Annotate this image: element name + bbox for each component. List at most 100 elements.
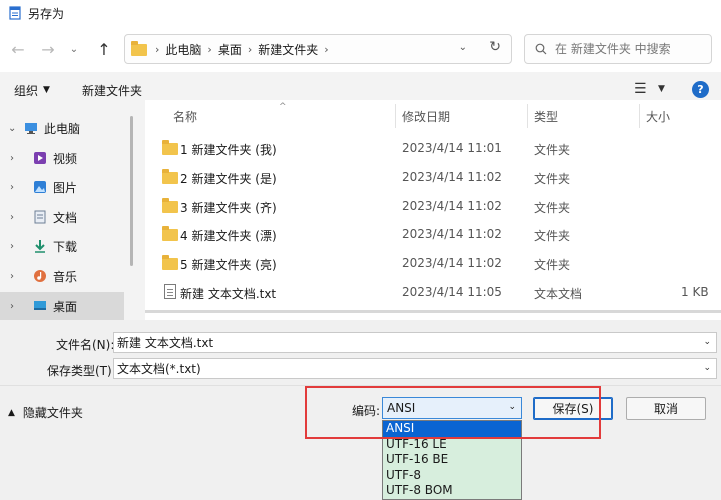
chevron-right-icon[interactable]: › [10,301,14,312]
filetype-select[interactable]: 文本文档(*.txt) ⌄ [113,358,717,379]
hide-folders-label: 隐藏文件夹 [22,406,83,420]
folder-icon [162,140,178,155]
file-name: 2 新建文件夹 (是) [180,172,277,186]
forward-arrow-icon: → [41,39,55,59]
filetype-value: 文本文档(*.txt) [117,362,201,376]
folder-icon [162,169,178,184]
folder-icon [162,226,178,241]
folder-icon [162,198,178,213]
column-header-date[interactable]: 修改日期 [402,108,450,125]
help-button[interactable]: ? [692,81,709,98]
document-icon [34,210,46,224]
recent-locations-button[interactable]: ⌄ [60,35,88,63]
chevron-right-icon: › [247,42,253,56]
back-arrow-icon: ← [11,39,25,59]
chevron-right-icon[interactable]: › [10,212,14,223]
window-title: 另存为 [28,6,65,21]
chevron-down-icon: ⌄ [69,43,79,55]
address-bar[interactable]: › 此电脑 › 桌面 › 新建文件夹 › ⌄ ↻ [124,34,512,64]
sidebar-item-downloads[interactable]: › 下载 [0,232,124,260]
column-header-size[interactable]: 大小 [646,108,670,125]
navigation-pane: ⌄ 此电脑 › 视频 › 图片 › 文档 › 下载 › 音乐 › 桌面 [0,108,138,320]
file-name: 5 新建文件夹 (亮) [180,258,277,272]
search-input[interactable] [555,42,705,56]
folder-icon [131,41,147,56]
table-row[interactable]: 新建 文本文档.txt 2023/4/14 11:05 文本文档 1 KB [145,278,721,307]
breadcrumb-this-pc[interactable]: 此电脑 [165,41,201,58]
chevron-down-icon[interactable]: ⌄ [703,337,711,347]
breadcrumb-desktop[interactable]: 桌面 [218,41,242,58]
encoding-option-utf8[interactable]: UTF-8 [383,467,521,483]
new-folder-button[interactable]: 新建文件夹 [76,82,148,99]
forward-button[interactable]: → [34,35,62,63]
file-date: 2023/4/14 11:02 [402,199,502,213]
new-folder-label: 新建文件夹 [81,83,142,98]
file-type: 文件夹 [534,229,571,243]
view-options-caret-icon[interactable]: ▼ [658,84,665,94]
refresh-icon[interactable]: ↻ [489,39,501,55]
column-divider[interactable] [527,104,528,128]
chevron-down-icon[interactable]: ⌄ [703,363,711,373]
encoding-option-utf16be[interactable]: UTF-16 BE [383,452,521,468]
table-row[interactable]: 4 新建文件夹 (漂) 2023/4/14 11:02 文件夹 [145,220,721,249]
file-list-scrollbar[interactable] [145,310,721,313]
chevron-right-icon[interactable]: › [10,241,14,252]
search-icon [535,43,547,55]
up-arrow-icon: ↑ [97,39,111,59]
table-row[interactable]: 5 新建文件夹 (亮) 2023/4/14 11:02 文件夹 [145,249,721,278]
column-header-name[interactable]: 名称 [173,108,197,125]
chevron-right-icon: › [207,42,212,56]
back-button[interactable]: ← [4,35,32,63]
sidebar-item-this-pc[interactable]: ⌄ 此电脑 [0,114,124,142]
sidebar-item-label: 文档 [53,210,78,225]
file-size: 1 KB [681,285,709,299]
sidebar-item-label: 音乐 [53,269,78,284]
filename-label: 文件名(N): [56,338,115,352]
filetype-label: 保存类型(T): [47,364,116,378]
file-type: 文本文档 [534,287,583,301]
sidebar-item-label: 下载 [53,239,78,254]
hide-folders-toggle[interactable]: ▲ 隐藏文件夹 [8,404,83,421]
column-divider[interactable] [639,104,640,128]
file-date: 2023/4/14 11:02 [402,256,502,270]
view-list-icon[interactable]: ☰ [634,81,647,97]
sidebar-item-desktop[interactable]: › 桌面 [0,292,124,320]
table-row[interactable]: 2 新建文件夹 (是) 2023/4/14 11:02 文件夹 [145,163,721,192]
encoding-option-utf8bom[interactable]: UTF-8 BOM [383,483,521,499]
computer-icon [25,123,37,134]
caret-up-icon: ▲ [8,407,15,418]
chevron-right-icon[interactable]: › [10,182,14,193]
chevron-right-icon: › [324,42,329,56]
address-dropdown-icon[interactable]: ⌄ [459,42,467,53]
organize-button[interactable]: 组织 ▼ [8,82,56,99]
breadcrumb-new-folder[interactable]: 新建文件夹 [258,41,318,58]
cancel-button[interactable]: 取消 [626,397,706,420]
up-button[interactable]: ↑ [90,35,118,63]
sidebar-item-music[interactable]: › 音乐 [0,262,124,290]
notepad-icon [9,6,21,20]
search-box[interactable] [524,34,712,64]
sidebar-item-documents[interactable]: › 文档 [0,203,124,231]
column-divider[interactable] [395,104,396,128]
navigation-bar: ← → ⌄ ↑ › 此电脑 › 桌面 › 新建文件夹 › ⌄ ↻ [0,26,721,72]
sidebar-scrollbar[interactable] [130,116,133,266]
table-row[interactable]: 1 新建文件夹 (我) 2023/4/14 11:01 文件夹 [145,134,721,163]
sidebar-item-videos[interactable]: › 视频 [0,144,124,172]
filename-input[interactable]: 新建 文本文档.txt ⌄ [113,332,717,353]
file-date: 2023/4/14 11:02 [402,227,502,241]
video-icon [34,152,46,164]
file-list: ^ 名称 修改日期 类型 大小 1 新建文件夹 (我) 2023/4/14 11… [145,100,721,320]
chevron-down-icon[interactable]: ⌄ [8,123,16,134]
sidebar-item-pictures[interactable]: › 图片 [0,173,124,201]
sidebar-item-label: 图片 [53,180,78,195]
chevron-right-icon[interactable]: › [10,271,14,282]
table-row[interactable]: 3 新建文件夹 (齐) 2023/4/14 11:02 文件夹 [145,192,721,221]
file-name: 新建 文本文档.txt [180,287,277,301]
chevron-right-icon[interactable]: › [10,153,14,164]
column-header-type[interactable]: 类型 [534,108,558,125]
file-type: 文件夹 [534,143,571,157]
sidebar-item-label: 此电脑 [44,121,81,136]
file-name: 1 新建文件夹 (我) [180,143,277,157]
file-type: 文件夹 [534,172,571,186]
highlight-annotation [305,386,601,439]
